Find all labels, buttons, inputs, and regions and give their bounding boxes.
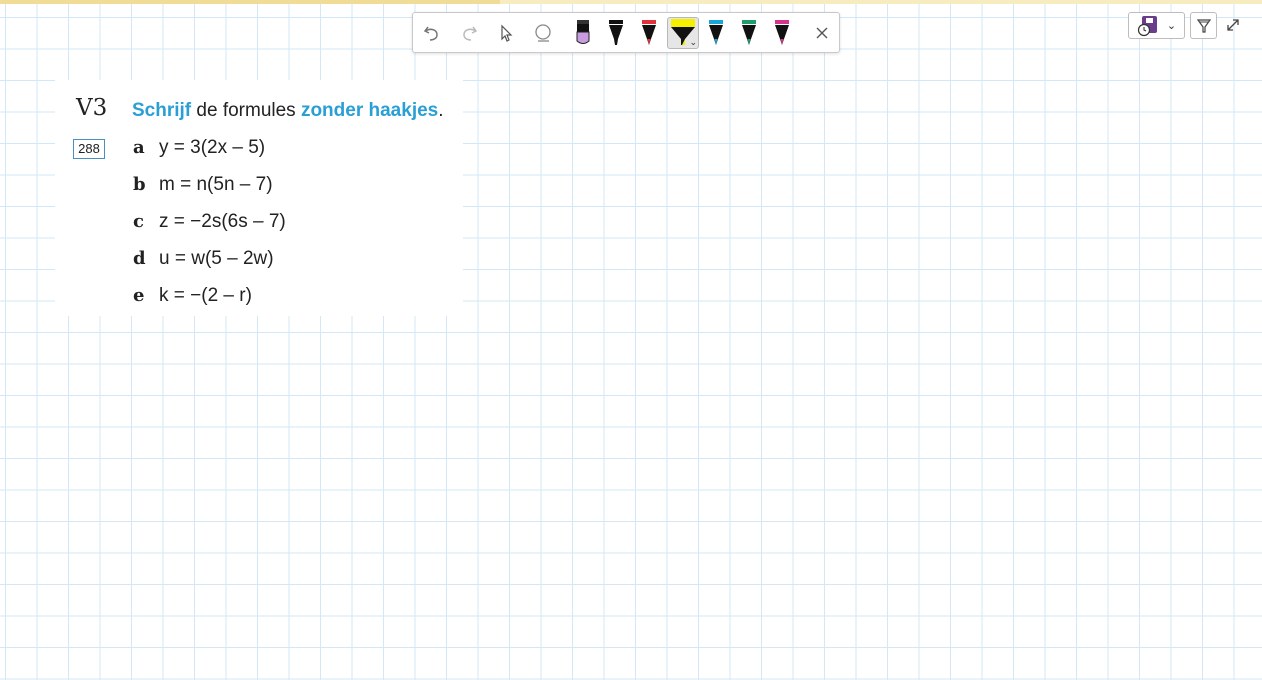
exercise-item: c z = −2s(6s – 7) <box>133 211 286 235</box>
exercise-item: b m = n(5n – 7) <box>133 174 273 198</box>
top-progress-strip <box>0 0 1262 4</box>
highlighter-yellow-button[interactable]: ⌄ <box>667 17 699 49</box>
expand-icon <box>1227 19 1239 31</box>
item-letter: c <box>133 211 144 232</box>
exercise-item: d u = w(5 – 2w) <box>133 248 274 272</box>
item-letter: e <box>133 285 145 306</box>
filter-button[interactable] <box>1190 12 1217 39</box>
eraser-icon <box>535 24 551 42</box>
item-letter: b <box>133 174 146 195</box>
redo-icon <box>463 26 478 41</box>
redo-button[interactable] <box>453 17 485 49</box>
marker-red-button[interactable] <box>633 17 665 49</box>
marker-black-button[interactable] <box>600 17 632 49</box>
marker-blue-button[interactable] <box>700 17 732 49</box>
instruction-period: . <box>438 100 444 121</box>
top-strip-accent <box>0 0 500 4</box>
expand-button[interactable] <box>1225 17 1241 33</box>
eraser-button[interactable] <box>527 17 559 49</box>
instruction-emphasis: zonder haakjes <box>300 100 439 121</box>
item-formula: k = −(2 – r) <box>159 285 252 306</box>
marker-red-icon <box>642 20 656 45</box>
pointer-icon <box>501 24 513 42</box>
chevron-down-icon[interactable]: ⌄ <box>689 37 697 48</box>
item-formula: m = n(5n – 7) <box>159 174 273 195</box>
close-icon <box>816 27 828 39</box>
marker-green-button[interactable] <box>733 17 765 49</box>
item-formula: u = w(5 – 2w) <box>159 248 274 269</box>
exercise-item: e k = −(2 – r) <box>133 285 252 309</box>
marker-magenta-button[interactable] <box>766 17 798 49</box>
exercise-number: V3 <box>76 95 108 121</box>
instruction-emphasis: Schrijf <box>132 100 192 121</box>
item-letter: d <box>133 248 146 269</box>
close-toolbar-button[interactable] <box>806 17 838 49</box>
exercise-card: V3 288 Schrijf de formules zonder haakje… <box>55 80 463 316</box>
marker-green-icon <box>742 20 756 45</box>
filter-icon <box>1196 18 1211 33</box>
item-formula: y = 3(2x – 5) <box>159 137 266 158</box>
marker-purple-button[interactable] <box>567 17 599 49</box>
page-reference-badge[interactable]: 288 <box>73 139 105 159</box>
marker-blue-icon <box>709 20 723 45</box>
exercise-item: a y = 3(2x – 5) <box>133 137 265 161</box>
save-status-dropdown[interactable]: ⌄ <box>1128 12 1185 39</box>
instruction-text: de formules <box>191 100 301 121</box>
undo-icon <box>423 26 438 41</box>
marker-magenta-icon <box>775 20 789 45</box>
undo-button[interactable] <box>416 17 448 49</box>
save-clock-icon <box>1137 15 1157 36</box>
drawing-toolbar: ⌄ <box>412 12 840 53</box>
item-formula: z = −2s(6s – 7) <box>159 211 286 232</box>
marker-black-icon <box>609 20 623 45</box>
marker-purple-icon <box>576 20 590 44</box>
chevron-down-icon: ⌄ <box>1166 20 1177 32</box>
item-letter: a <box>133 137 145 158</box>
pointer-button[interactable] <box>490 17 522 49</box>
exercise-instruction: Schrijf de formules zonder haakjes. <box>132 100 444 122</box>
